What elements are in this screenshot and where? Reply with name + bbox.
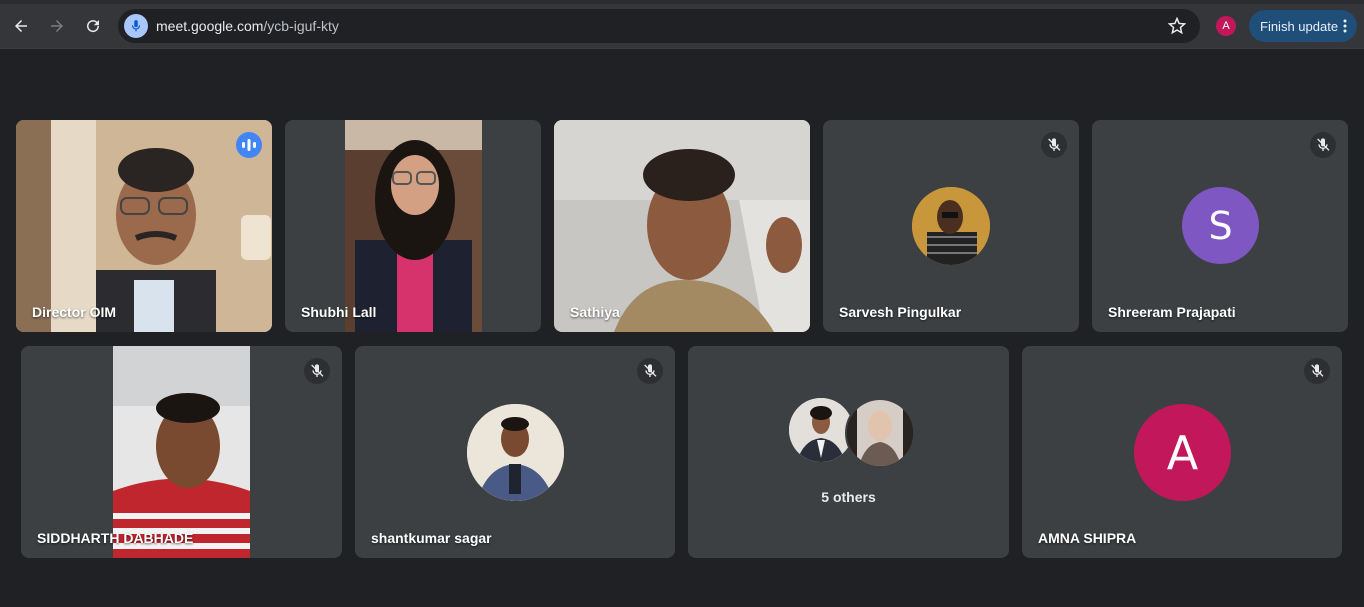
address-bar[interactable]: meet.google.com/ycb-iguf-kty <box>118 9 1200 43</box>
microphone-icon <box>131 20 141 32</box>
participant-tile[interactable]: Sathiya <box>554 120 810 332</box>
site-info-button[interactable] <box>124 14 148 38</box>
participant-tile[interactable]: Shubhi Lall <box>285 120 541 332</box>
mic-off-icon <box>1317 138 1330 151</box>
participant-name: AMNA SHIPRA <box>1038 530 1137 546</box>
participant-tile[interactable]: Sarvesh Pingulkar <box>823 120 1079 332</box>
audio-level-icon <box>242 139 256 151</box>
participant-tile[interactable]: A AMNA SHIPRA <box>1022 346 1342 558</box>
reload-button[interactable] <box>79 12 107 40</box>
finish-update-label: Finish update <box>1260 18 1339 34</box>
mic-off-icon <box>1048 138 1061 151</box>
participant-avatar <box>912 187 990 265</box>
mic-off-icon <box>1311 364 1324 377</box>
participant-avatar <box>467 404 564 501</box>
participant-name: shantkumar sagar <box>371 530 492 546</box>
participant-video <box>554 120 810 332</box>
participant-tile[interactable]: S Shreeram Prajapati <box>1092 120 1348 332</box>
participant-avatar <box>845 398 915 468</box>
participant-tile[interactable]: shantkumar sagar <box>355 346 675 558</box>
participant-name: Shubhi Lall <box>301 304 377 320</box>
participant-video <box>16 120 272 332</box>
participant-name: Director OIM <box>32 304 117 320</box>
participant-tile[interactable]: Director OIM <box>16 120 272 332</box>
mic-off-icon <box>644 364 657 377</box>
participant-name: Sarvesh Pingulkar <box>839 304 962 320</box>
mic-off-icon <box>311 364 324 377</box>
participant-avatar: S <box>1182 187 1259 264</box>
arrow-left-icon <box>15 20 27 32</box>
participant-avatar <box>789 398 853 462</box>
profile-avatar[interactable]: A <box>1216 16 1236 36</box>
participant-tile[interactable]: SIDDHARTH DABHADE <box>21 346 342 558</box>
mic-muted-indicator <box>1304 358 1330 384</box>
participant-video <box>113 346 250 558</box>
forward-button[interactable] <box>43 12 71 40</box>
back-button[interactable] <box>7 12 35 40</box>
bookmark-star-icon[interactable] <box>1168 17 1186 35</box>
arrow-right-icon <box>51 20 63 32</box>
speaking-indicator <box>236 132 262 158</box>
reload-icon <box>87 20 100 33</box>
participant-avatar: A <box>1134 404 1231 501</box>
more-vert-icon <box>1343 19 1347 33</box>
others-count-label: 5 others <box>821 489 876 505</box>
mic-muted-indicator <box>1041 132 1067 158</box>
browser-toolbar: meet.google.com/ycb-iguf-kty A Finish up… <box>0 4 1364 49</box>
url-path: /ycb-iguf-kty <box>263 18 339 34</box>
url-host: meet.google.com <box>156 18 264 34</box>
mic-muted-indicator <box>637 358 663 384</box>
mic-muted-indicator <box>1310 132 1336 158</box>
participant-name: Sathiya <box>570 304 620 320</box>
url-text: meet.google.com/ycb-iguf-kty <box>156 18 339 34</box>
participant-name: SIDDHARTH DABHADE <box>37 530 194 546</box>
others-tile[interactable]: 5 others <box>688 346 1009 558</box>
participant-video <box>345 120 482 332</box>
participant-name: Shreeram Prajapati <box>1108 304 1236 320</box>
finish-update-button[interactable]: Finish update <box>1249 10 1357 42</box>
mic-muted-indicator <box>304 358 330 384</box>
